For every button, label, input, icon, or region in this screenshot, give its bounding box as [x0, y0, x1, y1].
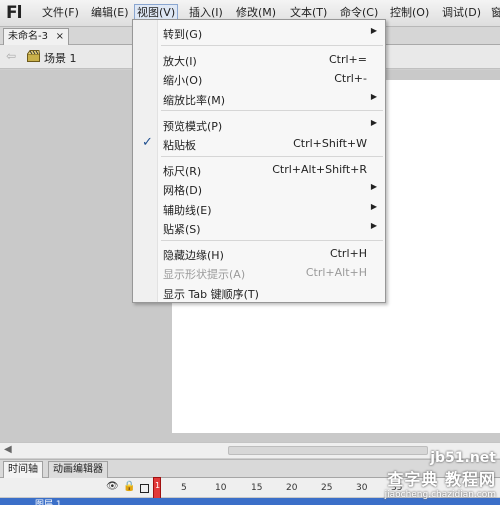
- menu-item-label: 显示 Tab 键顺序(T): [163, 288, 259, 301]
- menu-window[interactable]: 窗: [489, 6, 500, 22]
- frame-number: 5: [181, 483, 187, 493]
- document-tab-title: 未命名-3: [8, 31, 48, 42]
- submenu-arrow-icon: ▶: [370, 221, 377, 230]
- menu-item-hide-edges[interactable]: 隐藏边缘(H) Ctrl+H: [133, 244, 385, 263]
- scroll-left-icon[interactable]: ◀: [4, 444, 12, 455]
- eye-icon[interactable]: 👁: [106, 481, 119, 492]
- menu-item-label: 粘贴板: [163, 139, 196, 152]
- menu-edit[interactable]: 编辑(E): [89, 6, 131, 22]
- menu-item-magnification[interactable]: 缩放比率(M) ▶: [133, 89, 385, 108]
- menu-item-shortcut: Ctrl+Alt+Shift+R: [272, 163, 367, 176]
- menu-item-label: 显示形状提示(A): [163, 268, 246, 281]
- menu-item-shortcut: Ctrl+Alt+H: [305, 266, 367, 279]
- menu-item-shortcut: Ctrl+-: [334, 72, 367, 85]
- menu-item-label: 缩小(O): [163, 74, 203, 87]
- menu-item-shortcut: Ctrl+Shift+W: [293, 137, 367, 150]
- menu-control[interactable]: 控制(O): [388, 6, 431, 22]
- watermark: jb51.net 查字典 教程网 jiaocheng.chazidian.com: [385, 450, 496, 500]
- watermark-title: 查字典 教程网: [387, 470, 496, 489]
- menu-file[interactable]: 文件(F): [40, 6, 81, 22]
- document-tab[interactable]: 未命名-3 ×: [3, 28, 69, 45]
- menu-item-label: 辅助线(E): [163, 204, 212, 217]
- tab-timeline[interactable]: 时间轴: [3, 461, 43, 478]
- menu-item-shortcut: Ctrl+H: [329, 247, 367, 260]
- menu-item-shortcut: Ctrl+=: [328, 53, 367, 66]
- frame-number: 10: [215, 483, 227, 493]
- menu-item-pasteboard[interactable]: ✓ 粘贴板 Ctrl+Shift+W: [133, 134, 385, 153]
- menu-separator: [161, 156, 383, 157]
- menu-separator: [161, 240, 383, 241]
- menu-item-rulers[interactable]: 标尺(R) Ctrl+Alt+Shift+R: [133, 160, 385, 179]
- scene-icon: [27, 50, 40, 62]
- close-icon[interactable]: ×: [56, 29, 64, 44]
- frame-number: 25: [321, 483, 333, 493]
- submenu-arrow-icon: ▶: [370, 202, 377, 211]
- submenu-arrow-icon: ▶: [370, 182, 377, 191]
- back-arrow-icon[interactable]: ⇦: [6, 49, 16, 63]
- view-menu-dropdown: 转到(G) ▶ 放大(I) Ctrl+= 缩小(O) Ctrl+- 缩放比率(M…: [132, 19, 386, 303]
- menu-separator: [161, 45, 383, 46]
- watermark-site: jb51.net: [430, 450, 496, 466]
- menu-item-snapping[interactable]: 贴紧(S) ▶: [133, 218, 385, 237]
- menu-item-label: 转到(G): [163, 28, 203, 41]
- submenu-arrow-icon: ▶: [370, 92, 377, 101]
- tab-motion-editor[interactable]: 动画编辑器: [48, 461, 108, 478]
- menu-item-label: 缩放比率(M): [163, 94, 226, 107]
- menu-debug[interactable]: 调试(D): [440, 6, 483, 22]
- frame-number: 20: [286, 483, 298, 493]
- frame-number: 15: [251, 483, 263, 493]
- menu-item-show-shape-hints[interactable]: 显示形状提示(A) Ctrl+Alt+H: [133, 263, 385, 282]
- menu-item-label: 放大(I): [163, 55, 197, 68]
- menu-item-label: 标尺(R): [163, 165, 202, 178]
- menu-item-preview-mode[interactable]: 预览模式(P) ▶: [133, 115, 385, 134]
- menu-item-label: 预览模式(P): [163, 120, 223, 133]
- layer-name[interactable]: 图层 1: [35, 497, 62, 505]
- outline-icon[interactable]: [140, 484, 149, 493]
- playhead-frame: 1: [155, 481, 161, 490]
- menu-item-label: 隐藏边缘(H): [163, 249, 224, 262]
- checkmark-icon: ✓: [142, 135, 153, 150]
- submenu-arrow-icon: ▶: [370, 26, 377, 35]
- watermark-url: jiaocheng.chazidian.com: [384, 490, 496, 500]
- submenu-arrow-icon: ▶: [370, 118, 377, 127]
- menu-item-grid[interactable]: 网格(D) ▶: [133, 179, 385, 198]
- menu-item-zoom-out[interactable]: 缩小(O) Ctrl+-: [133, 69, 385, 88]
- menu-item-show-tab-order[interactable]: 显示 Tab 键顺序(T): [133, 283, 385, 302]
- flash-logo: Fl: [6, 3, 22, 23]
- menu-item-label: 贴紧(S): [163, 223, 201, 236]
- menu-item-goto[interactable]: 转到(G) ▶: [133, 23, 385, 42]
- frame-number: 30: [356, 483, 368, 493]
- menu-item-zoom-in[interactable]: 放大(I) Ctrl+=: [133, 50, 385, 69]
- lock-icon[interactable]: 🔒: [123, 481, 135, 492]
- menu-separator: [161, 110, 383, 111]
- menu-item-label: 网格(D): [163, 184, 203, 197]
- menu-item-guides[interactable]: 辅助线(E) ▶: [133, 199, 385, 218]
- scene-label[interactable]: 场景 1: [44, 50, 77, 66]
